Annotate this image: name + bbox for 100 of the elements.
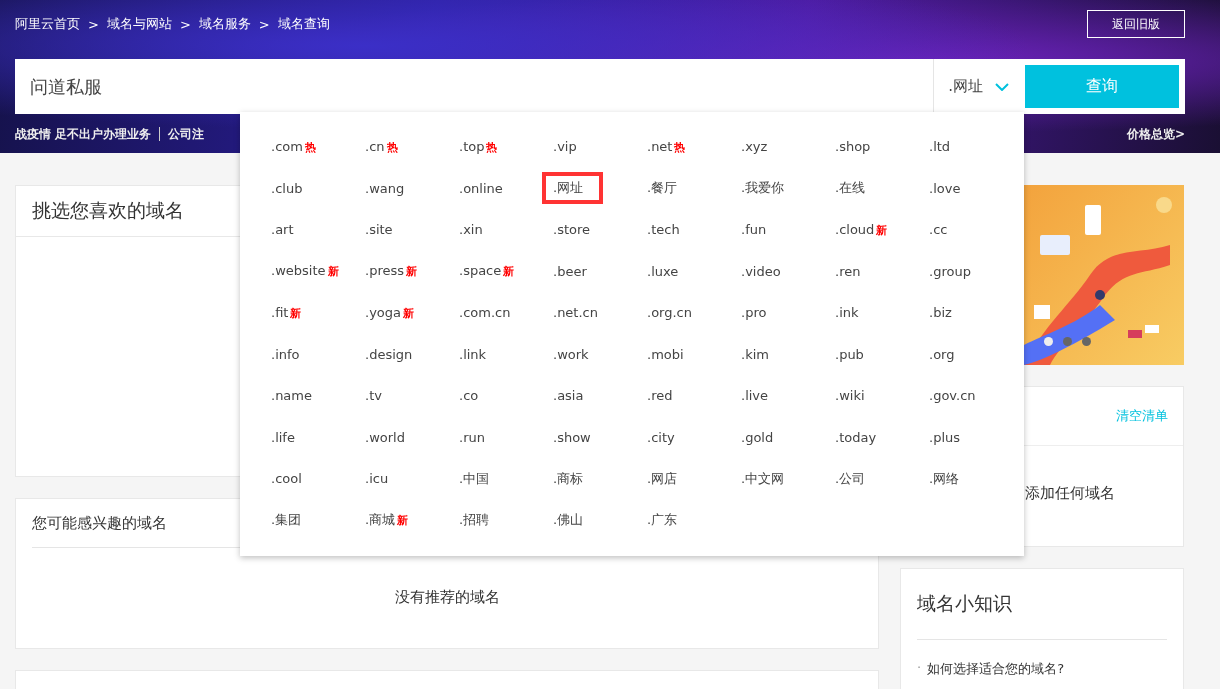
promo-link[interactable]: 公司注 <box>168 125 205 143</box>
suffix-option[interactable]: .com.cn <box>448 298 522 328</box>
breadcrumb-separator: > <box>179 16 191 32</box>
suffix-option[interactable]: .net热 <box>636 131 697 162</box>
suffix-option[interactable]: .store <box>542 215 601 245</box>
suffix-option[interactable]: .show <box>542 422 602 452</box>
empty-message: 没有推荐的域名 <box>394 588 500 607</box>
suffix-option[interactable]: .art <box>260 215 305 245</box>
suffix-option[interactable]: .pro <box>730 298 778 328</box>
suffix-option[interactable]: .top热 <box>448 131 509 162</box>
suffix-option[interactable]: .online <box>448 173 514 203</box>
suffix-option[interactable]: .com 热 <box>260 131 327 162</box>
suffix-option[interactable]: .club <box>260 173 314 203</box>
suffix-option[interactable]: .网址 <box>542 172 604 205</box>
suffix-option[interactable]: .招聘 <box>448 504 501 537</box>
suffix-option[interactable]: .live <box>730 381 780 411</box>
suffix-option[interactable]: .餐厅 <box>636 172 689 205</box>
suffix-option[interactable]: .公司 <box>824 462 877 495</box>
suffix-option[interactable]: .info <box>260 339 311 369</box>
tip-link[interactable]: 如何选择适合您的域名? <box>927 660 1065 678</box>
suffix-option[interactable]: .asia <box>542 381 595 411</box>
suffix-option[interactable]: .yoga 新 <box>354 297 425 328</box>
suffix-option[interactable]: .cloud 新 <box>824 214 899 245</box>
suffix-option[interactable]: .cool <box>260 464 313 494</box>
breadcrumb-separator: > <box>258 16 270 32</box>
suffix-option[interactable]: .ink <box>824 298 870 328</box>
suffix-option[interactable]: .today <box>824 422 888 452</box>
breadcrumb-link[interactable]: 域名服务 <box>198 15 251 33</box>
suffix-option[interactable]: .中国 <box>448 462 501 495</box>
suffix-option[interactable]: .cc <box>918 215 959 245</box>
suffix-option[interactable]: .fun <box>730 215 778 245</box>
suffix-option[interactable]: .vip <box>542 132 588 162</box>
suffix-option[interactable]: .luxe <box>636 256 690 286</box>
promo-link[interactable]: 战疫情 足不出户办理业务 <box>15 125 152 143</box>
old-version-button[interactable]: 返回旧版 <box>1087 10 1185 38</box>
suffix-option[interactable]: .plus <box>918 422 971 452</box>
suffix-option[interactable]: .run <box>448 422 496 452</box>
suffix-option[interactable]: .group <box>918 256 982 286</box>
suffix-option[interactable]: .商城新 <box>354 504 420 537</box>
suffix-select[interactable]: .网址 <box>933 59 1025 114</box>
suffix-option[interactable]: .work <box>542 339 600 369</box>
suffix-option[interactable]: .gold <box>730 422 785 452</box>
suffix-option[interactable]: .org.cn <box>636 298 703 328</box>
suffix-option[interactable]: .design <box>354 339 424 369</box>
suffix-option[interactable]: .shop <box>824 132 882 162</box>
breadcrumb-link[interactable]: 域名查询 <box>277 15 330 33</box>
carousel-dot[interactable] <box>1082 337 1091 346</box>
suffix-option[interactable]: .world <box>354 422 416 452</box>
suffix-option[interactable]: .website 新 <box>260 256 350 287</box>
card-title: 域名小知识 <box>917 591 1012 616</box>
bullet: · <box>917 660 922 677</box>
suffix-option[interactable]: .gov.cn <box>918 381 987 411</box>
chevron-down-icon <box>995 82 1009 91</box>
suffix-option[interactable]: .biz <box>918 298 963 328</box>
suffix-option[interactable]: .icu <box>354 464 400 494</box>
suffix-option[interactable]: .name <box>260 381 323 411</box>
suffix-option[interactable]: .link <box>448 339 498 369</box>
suffix-option[interactable]: .wang <box>354 173 416 203</box>
breadcrumb-separator: > <box>88 16 99 32</box>
suffix-option[interactable]: .pub <box>824 339 875 369</box>
suffix-option[interactable]: .org <box>918 339 966 369</box>
suffix-option[interactable]: .fit新 <box>260 297 313 328</box>
breadcrumb-link[interactable]: 域名与网站 <box>106 15 172 33</box>
suffix-option[interactable]: .tech <box>636 215 691 245</box>
suffix-option[interactable]: .广东 <box>636 504 689 537</box>
search-field[interactable]: 问道私服 <box>15 59 934 114</box>
suffix-option[interactable]: .cn 热 <box>354 131 409 162</box>
suffix-option[interactable]: .love <box>918 173 972 203</box>
suffix-option[interactable]: .xin <box>448 215 494 245</box>
suffix-option[interactable]: .co <box>448 381 490 411</box>
suffix-option[interactable]: .city <box>636 422 686 452</box>
breadcrumb-link[interactable]: 阿里云首页 <box>15 15 80 33</box>
card-title: 挑选您喜欢的域名 <box>32 198 184 223</box>
suffix-option[interactable]: .video <box>730 256 792 286</box>
suffix-option[interactable]: .life <box>260 422 306 452</box>
suffix-option[interactable]: .kim <box>730 339 780 369</box>
suffix-option[interactable]: .我爱你 <box>730 172 796 205</box>
suffix-option[interactable]: .tv <box>354 381 393 411</box>
suffix-option[interactable]: .网店 <box>636 462 689 495</box>
suffix-option[interactable]: .space新 <box>448 256 526 287</box>
suffix-option[interactable]: .site <box>354 215 404 245</box>
price-overview-link[interactable]: 价格总览> <box>1126 125 1185 143</box>
suffix-option[interactable]: .佛山 <box>542 504 595 537</box>
suffix-option[interactable]: .集团 <box>260 504 313 537</box>
suffix-option[interactable]: .press新 <box>354 256 428 287</box>
carousel-dot[interactable] <box>1063 337 1072 346</box>
suffix-option[interactable]: .xyz <box>730 132 779 162</box>
suffix-option[interactable]: .ltd <box>918 132 962 162</box>
suffix-option[interactable]: .在线 <box>824 172 877 205</box>
suffix-option[interactable]: .网络 <box>918 462 971 495</box>
suffix-option[interactable]: .商标 <box>542 462 595 495</box>
suffix-option[interactable]: .beer <box>542 256 598 286</box>
empty-message: 添加任何域名 <box>1025 484 1115 502</box>
suffix-option[interactable]: .net.cn <box>542 298 609 328</box>
suffix-option[interactable]: .中文网 <box>730 462 796 495</box>
suffix-option[interactable]: .red <box>636 381 684 411</box>
suffix-option[interactable]: .ren <box>824 256 872 286</box>
suffix-option[interactable]: .mobi <box>636 339 695 369</box>
suffix-option[interactable]: .wiki <box>824 381 876 411</box>
carousel-dot[interactable] <box>1044 337 1053 346</box>
